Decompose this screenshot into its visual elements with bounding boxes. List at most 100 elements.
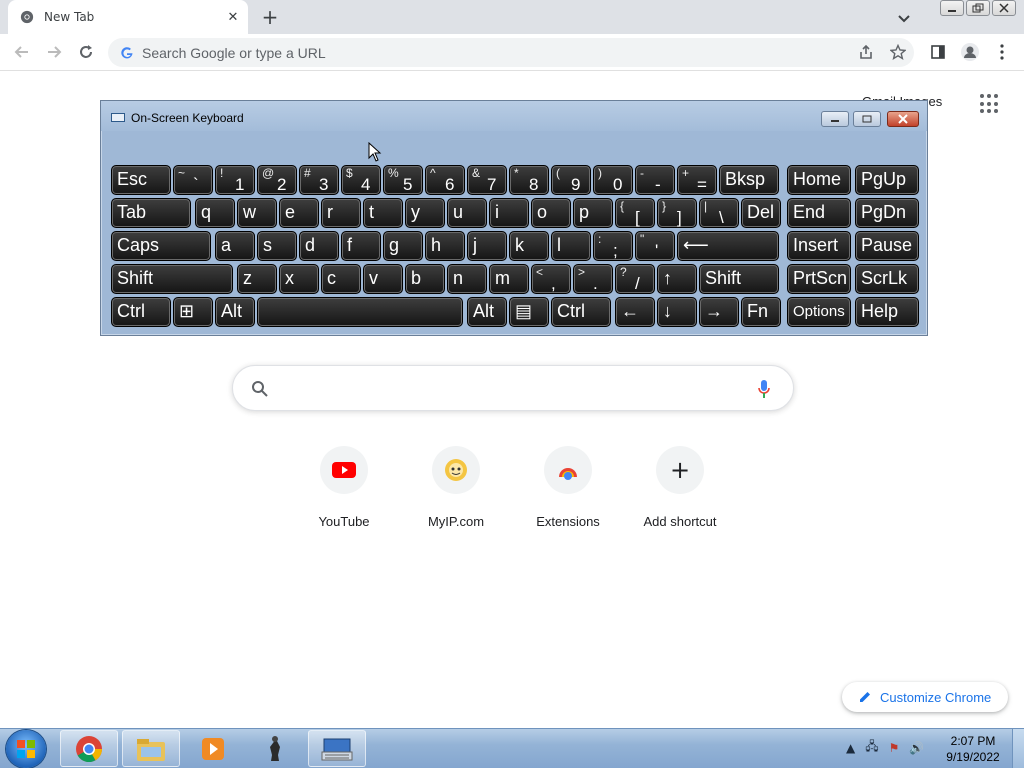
- taskbar-file-explorer[interactable]: [122, 730, 180, 767]
- osk-key[interactable]: Ctrl: [551, 297, 611, 327]
- new-tab-button[interactable]: +: [258, 5, 282, 29]
- osk-key[interactable]: (9: [551, 165, 591, 195]
- osk-key[interactable]: Shift: [111, 264, 233, 294]
- osk-key[interactable]: ScrLk: [855, 264, 919, 294]
- osk-key[interactable]: ^ 6: [425, 165, 465, 195]
- osk-key[interactable]: PrtScn: [787, 264, 851, 294]
- shortcut-add[interactable]: + Add shortcut: [624, 446, 736, 536]
- start-button[interactable]: [6, 730, 46, 768]
- osk-key[interactable]: :;: [593, 231, 633, 261]
- osk-key[interactable]: Del: [741, 198, 781, 228]
- osk-key[interactable]: f: [341, 231, 381, 261]
- menu-button[interactable]: [990, 40, 1014, 64]
- osk-key[interactable]: Help: [855, 297, 919, 327]
- osk-key[interactable]: s: [257, 231, 297, 261]
- osk-key[interactable]: e: [279, 198, 319, 228]
- taskbar-on-screen-keyboard[interactable]: [308, 730, 366, 767]
- profile-button[interactable]: [958, 40, 982, 64]
- google-apps-icon[interactable]: [980, 94, 1000, 114]
- shortcut-youtube[interactable]: YouTube: [288, 446, 400, 536]
- show-desktop-button[interactable]: [1012, 729, 1024, 768]
- osk-close-button[interactable]: [887, 111, 919, 127]
- osk-key[interactable]: PgDn: [855, 198, 919, 228]
- osk-key[interactable]: #3: [299, 165, 339, 195]
- osk-key[interactable]: w: [237, 198, 277, 228]
- osk-key[interactable]: ⊞: [173, 297, 213, 327]
- osk-restore-button[interactable]: [853, 111, 881, 127]
- ntp-search-box[interactable]: [232, 365, 794, 411]
- osk-key[interactable]: PgUp: [855, 165, 919, 195]
- osk-key[interactable]: Options: [787, 297, 851, 327]
- osk-key[interactable]: Alt: [215, 297, 255, 327]
- osk-key[interactable]: $4: [341, 165, 381, 195]
- osk-key[interactable]: o: [531, 198, 571, 228]
- osk-key[interactable]: >.: [573, 264, 613, 294]
- osk-key[interactable]: →: [699, 297, 739, 327]
- osk-key[interactable]: t: [363, 198, 403, 228]
- osk-key[interactable]: | \: [699, 198, 739, 228]
- osk-key[interactable]: ↓: [657, 297, 697, 327]
- osk-key[interactable]: ←: [615, 297, 655, 327]
- action-center-flag-icon[interactable]: ⚑: [889, 741, 900, 755]
- osk-key[interactable]: h: [425, 231, 465, 261]
- taskbar-chrome[interactable]: [60, 730, 118, 767]
- osk-key[interactable]: --: [635, 165, 675, 195]
- osk-key[interactable]: + =: [677, 165, 717, 195]
- osk-key[interactable]: g: [383, 231, 423, 261]
- osk-key[interactable]: Tab: [111, 198, 191, 228]
- osk-key[interactable]: l: [551, 231, 591, 261]
- osk-key[interactable]: <,: [531, 264, 571, 294]
- osk-key[interactable]: k: [509, 231, 549, 261]
- osk-key[interactable]: }]: [657, 198, 697, 228]
- osk-minimize-button[interactable]: [821, 111, 849, 127]
- tab-search-chevron-icon[interactable]: [894, 8, 914, 28]
- osk-key[interactable]: ▤: [509, 297, 549, 327]
- osk-key[interactable]: x: [279, 264, 319, 294]
- osk-key[interactable]: j: [467, 231, 507, 261]
- osk-key[interactable]: n: [447, 264, 487, 294]
- reload-button[interactable]: [74, 40, 98, 64]
- minimize-button[interactable]: [940, 0, 964, 16]
- tab-new-tab[interactable]: New Tab ✕: [8, 0, 248, 34]
- osk-key[interactable]: p: [573, 198, 613, 228]
- osk-key[interactable]: Caps: [111, 231, 211, 261]
- osk-key[interactable]: Home: [787, 165, 851, 195]
- osk-key[interactable]: @2: [257, 165, 297, 195]
- osk-key[interactable]: [257, 297, 463, 327]
- osk-key[interactable]: ⟵: [677, 231, 779, 261]
- osk-key[interactable]: ↑: [657, 264, 697, 294]
- back-button[interactable]: [10, 40, 34, 64]
- osk-key[interactable]: Bksp: [719, 165, 779, 195]
- osk-key[interactable]: % 5: [383, 165, 423, 195]
- omnibox[interactable]: [108, 38, 914, 67]
- osk-key[interactable]: Shift: [699, 264, 779, 294]
- osk-key[interactable]: b: [405, 264, 445, 294]
- osk-key[interactable]: " ': [635, 231, 675, 261]
- share-icon[interactable]: [858, 44, 874, 60]
- osk-key[interactable]: Ctrl: [111, 297, 171, 327]
- microphone-icon[interactable]: [757, 379, 771, 399]
- osk-key[interactable]: v: [363, 264, 403, 294]
- osk-key[interactable]: Pause: [855, 231, 919, 261]
- close-button[interactable]: [992, 0, 1016, 16]
- osk-key[interactable]: Alt: [467, 297, 507, 327]
- osk-title-bar[interactable]: On-Screen Keyboard: [101, 101, 927, 131]
- forward-button[interactable]: [42, 40, 66, 64]
- osk-key[interactable]: i: [489, 198, 529, 228]
- osk-key[interactable]: End: [787, 198, 851, 228]
- osk-key[interactable]: Fn: [741, 297, 781, 327]
- osk-key[interactable]: y: [405, 198, 445, 228]
- osk-key[interactable]: r: [321, 198, 361, 228]
- osk-key[interactable]: & 7: [467, 165, 507, 195]
- omnibox-input[interactable]: [142, 44, 802, 61]
- osk-key[interactable]: ? /: [615, 264, 655, 294]
- network-icon[interactable]: 🖧: [865, 737, 878, 758]
- restore-button[interactable]: [966, 0, 990, 16]
- osk-key[interactable]: c: [321, 264, 361, 294]
- show-hidden-icons-icon[interactable]: ▲: [846, 741, 855, 755]
- shortcut-myip[interactable]: MyIP.com: [400, 446, 512, 536]
- osk-key[interactable]: * 8: [509, 165, 549, 195]
- tab-close-icon[interactable]: ✕: [222, 6, 244, 28]
- osk-key[interactable]: m: [489, 264, 529, 294]
- osk-key[interactable]: a: [215, 231, 255, 261]
